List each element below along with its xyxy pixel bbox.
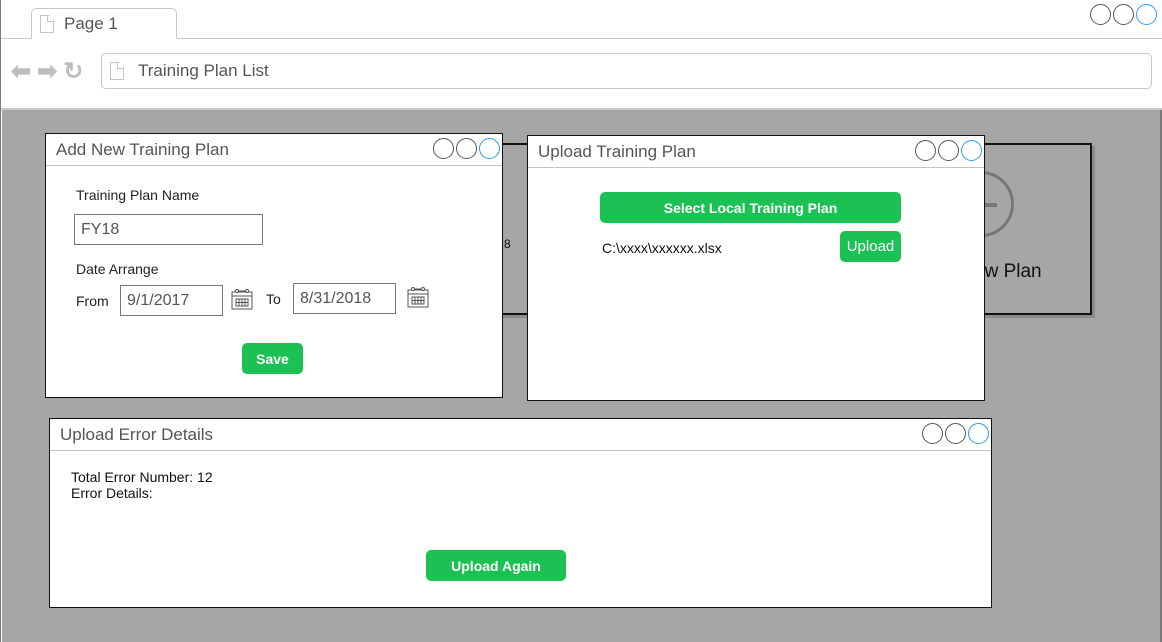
calendar-icon[interactable] [231, 288, 253, 310]
tab-page-1[interactable]: Page 1 [31, 8, 177, 39]
close-icon[interactable] [968, 423, 989, 444]
save-button[interactable]: Save [242, 343, 303, 374]
date-arrange-label: Date Arrange [76, 261, 159, 277]
browser-chrome: Page 1 ⬅ ➡ ↻ Training Plan List [1, 0, 1162, 110]
close-icon[interactable] [479, 138, 500, 159]
calendar-icon[interactable] [407, 286, 429, 308]
window-controls [433, 138, 500, 159]
upload-button[interactable]: Upload [840, 231, 901, 262]
minimize-icon[interactable] [1090, 4, 1111, 25]
window-controls [922, 423, 989, 444]
back-arrow-icon[interactable]: ⬅ [11, 60, 31, 84]
selected-file-path: C:\xxxx\xxxxxx.xlsx [602, 240, 722, 256]
window-title: Upload Error Details [60, 424, 214, 444]
from-label: From [76, 293, 109, 309]
upload-again-button[interactable]: Upload Again [426, 550, 566, 581]
add-training-plan-window: Add New Training Plan Training Plan Name… [45, 133, 503, 398]
forward-arrow-icon[interactable]: ➡ [37, 60, 57, 84]
upload-training-plan-window: Upload Training Plan Select Local Traini… [527, 135, 985, 401]
card-partial-text: 8 [504, 237, 511, 251]
upload-error-details-window: Upload Error Details Total Error Number:… [49, 418, 992, 608]
address-bar[interactable]: Training Plan List [101, 53, 1152, 89]
tab-label: Page 1 [64, 14, 118, 33]
plan-name-label: Training Plan Name [76, 187, 200, 203]
window-header: Upload Training Plan [528, 136, 984, 168]
maximize-icon[interactable] [938, 140, 959, 161]
browser-window-controls [1090, 4, 1157, 25]
close-icon[interactable] [1136, 4, 1157, 25]
to-label: To [266, 291, 281, 307]
total-error-number: Total Error Number: 12 [71, 469, 213, 485]
maximize-icon[interactable] [945, 423, 966, 444]
window-title: Upload Training Plan [538, 141, 696, 161]
error-details-label: Error Details: [71, 485, 153, 501]
page-icon [110, 62, 124, 80]
minimize-icon[interactable] [915, 140, 936, 161]
window-header: Add New Training Plan [46, 134, 502, 166]
select-local-plan-button[interactable]: Select Local Training Plan [600, 192, 901, 223]
to-date-input[interactable] [293, 283, 396, 314]
close-icon[interactable] [961, 140, 982, 161]
window-controls [915, 140, 982, 161]
window-header: Upload Error Details [50, 419, 991, 451]
page-icon [40, 15, 54, 33]
minimize-icon[interactable] [433, 138, 454, 159]
maximize-icon[interactable] [1113, 4, 1134, 25]
page-canvas: 8 ew Plan Add New Training Plan Training… [2, 110, 1160, 642]
navigation-buttons: ⬅ ➡ ↻ [11, 60, 83, 84]
plan-name-input[interactable] [74, 214, 263, 245]
minimize-icon[interactable] [922, 423, 943, 444]
maximize-icon[interactable] [456, 138, 477, 159]
from-date-input[interactable] [120, 285, 223, 316]
address-text: Training Plan List [138, 61, 269, 80]
browser-window: Page 1 ⬅ ➡ ↻ Training Plan List 8 ew Pla… [0, 0, 1162, 642]
window-title: Add New Training Plan [56, 139, 229, 159]
reload-icon[interactable]: ↻ [63, 60, 83, 84]
